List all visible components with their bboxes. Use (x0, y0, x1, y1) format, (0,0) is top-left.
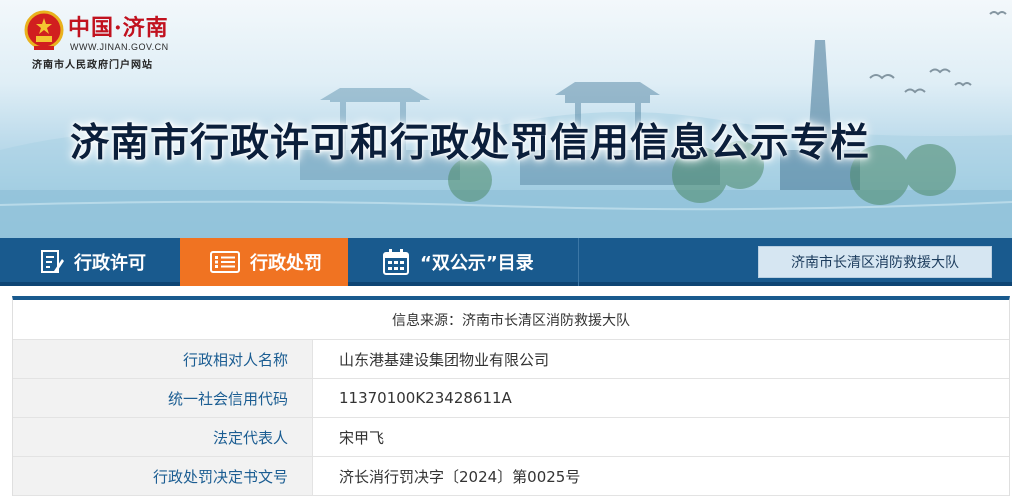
info-source: 信息来源：济南市长清区消防救援大队 (13, 300, 1009, 340)
field-value: 山东港基建设集团物业有限公司 (339, 350, 550, 369)
nav-divider (578, 238, 579, 286)
nav-item-label: “双公示”目录 (420, 253, 534, 274)
logo-url: WWW.JINAN.GOV.CN (70, 42, 169, 52)
field-value: 济长消行罚决字〔2024〕第0025号 (339, 467, 581, 486)
list-icon (210, 251, 240, 273)
nav-item-permit[interactable]: 行政许可 (0, 238, 180, 286)
nav-item-penalty[interactable]: 行政处罚 (180, 238, 348, 286)
national-emblem-icon (24, 10, 64, 50)
calendar-icon (383, 249, 409, 275)
banner-title: 济南市行政许可和行政处罚信用信息公示专栏 (70, 121, 871, 166)
main-nav: 行政许可 行政处罚 “双公示”目录 济南市长清区消防救援大队 (0, 238, 1012, 286)
nav-item-catalog[interactable]: “双公示”目录 (348, 238, 578, 286)
header-banner: 中国·济南 WWW.JINAN.GOV.CN 济南市人民政府门户网站 济南市行政… (0, 0, 1012, 238)
edit-doc-icon (41, 250, 64, 273)
field-label: 统一社会信用代码 (13, 379, 313, 417)
table-row: 法定代表人 宋甲飞 (13, 418, 1009, 457)
field-label: 行政处罚决定书文号 (13, 457, 313, 495)
nav-item-label: 行政处罚 (250, 253, 322, 274)
table-row: 行政处罚决定书文号 济长消行罚决字〔2024〕第0025号 (13, 457, 1009, 496)
record-table: 信息来源：济南市长清区消防救援大队 行政相对人名称 山东港基建设集团物业有限公司… (12, 296, 1010, 496)
field-value: 11370100K23428611A (339, 389, 512, 407)
logo-text: 中国·济南 (68, 15, 169, 41)
department-box[interactable]: 济南市长清区消防救援大队 (758, 246, 992, 278)
logo-subtitle: 济南市人民政府门户网站 (32, 60, 153, 71)
nav-item-label: 行政许可 (74, 253, 146, 274)
field-label: 法定代表人 (13, 418, 313, 456)
field-value: 宋甲飞 (339, 428, 385, 447)
table-row: 统一社会信用代码 11370100K23428611A (13, 379, 1009, 418)
table-row: 行政相对人名称 山东港基建设集团物业有限公司 (13, 340, 1009, 379)
site-logo[interactable]: 中国·济南 WWW.JINAN.GOV.CN 济南市人民政府门户网站 (22, 8, 242, 71)
field-label: 行政相对人名称 (13, 340, 313, 378)
